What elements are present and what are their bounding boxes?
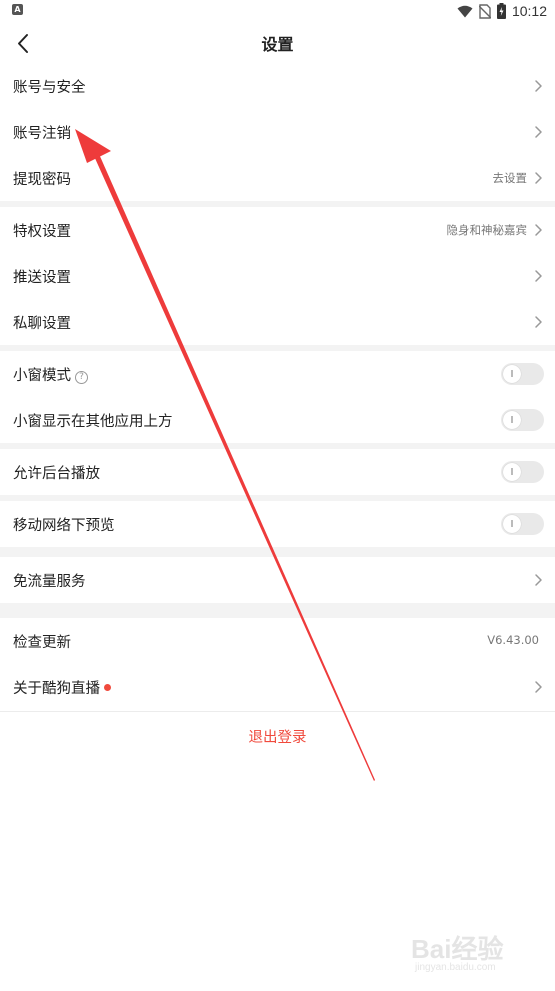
- background-play-toggle[interactable]: [501, 461, 544, 483]
- logout-button[interactable]: 退出登录: [0, 726, 555, 747]
- row-label-wrap: 关于酷狗直播: [13, 677, 111, 698]
- mini-window-toggle[interactable]: [501, 363, 544, 385]
- row-label: 推送设置: [13, 270, 71, 286]
- divider: [0, 711, 555, 712]
- section-gap: [0, 603, 555, 618]
- row-value: 去设置: [492, 171, 528, 185]
- page-title: 设置: [261, 35, 294, 54]
- nav-bar: 设置: [0, 22, 555, 64]
- overlay-toggle[interactable]: [501, 409, 544, 431]
- version-label: V6.43.00: [487, 633, 539, 647]
- chevron-right-icon: [535, 80, 542, 92]
- settings-row-mini-window: 小窗模式?: [0, 351, 555, 397]
- row-label-wrap: 小窗模式?: [13, 364, 88, 385]
- row-label: 账号与安全: [13, 80, 86, 96]
- toggle-knob: [503, 463, 521, 481]
- chevron-right-icon: [535, 270, 542, 282]
- chevron-right-icon: [535, 681, 542, 693]
- new-badge-dot: [104, 684, 111, 691]
- settings-row-private-chat[interactable]: 私聊设置: [0, 299, 555, 345]
- settings-row-background-play: 允许后台播放: [0, 449, 555, 495]
- settings-row-free-data[interactable]: 免流量服务: [0, 557, 555, 603]
- row-label: 关于酷狗直播: [13, 681, 100, 697]
- row-label: 移动网络下预览: [13, 518, 115, 534]
- row-label: 提现密码: [13, 172, 71, 188]
- settings-row-account-security[interactable]: 账号与安全: [0, 63, 555, 109]
- toggle-knob: [503, 365, 521, 383]
- row-label: 账号注销: [13, 126, 71, 142]
- wifi-icon: [457, 5, 473, 17]
- row-label: 免流量服务: [13, 574, 86, 590]
- chevron-right-icon: [535, 172, 542, 184]
- watermark: Bai经验 jingyan.baidu.com: [411, 929, 541, 981]
- settings-row-mobile-preview: 移动网络下预览: [0, 501, 555, 547]
- status-bar: A 10:12: [0, 0, 555, 22]
- chevron-right-icon: [535, 224, 542, 236]
- settings-row-overlay: 小窗显示在其他应用上方: [0, 397, 555, 443]
- battery-charging-icon: [496, 3, 506, 19]
- settings-row-privilege[interactable]: 特权设置 隐身和神秘嘉宾: [0, 207, 555, 253]
- row-label: 特权设置: [13, 224, 71, 240]
- row-label: 允许后台播放: [13, 466, 100, 482]
- settings-row-withdraw-password[interactable]: 提现密码 去设置: [0, 155, 555, 201]
- settings-row-push[interactable]: 推送设置: [0, 253, 555, 299]
- chevron-right-icon: [535, 574, 542, 586]
- chevron-right-icon: [535, 126, 542, 138]
- clock: 10:12: [511, 3, 547, 19]
- row-label: 小窗模式: [13, 368, 71, 384]
- watermark-brand: Bai经验: [411, 934, 504, 964]
- chevron-right-icon: [535, 316, 542, 328]
- row-label: 私聊设置: [13, 316, 71, 332]
- row-label: 检查更新: [13, 635, 71, 651]
- help-icon[interactable]: ?: [75, 371, 88, 384]
- status-icons: 10:12: [457, 2, 547, 20]
- section-gap: [0, 547, 555, 557]
- mobile-preview-toggle[interactable]: [501, 513, 544, 535]
- toggle-knob: [503, 411, 521, 429]
- settings-row-check-update[interactable]: 检查更新 V6.43.00: [0, 618, 555, 664]
- row-label: 小窗显示在其他应用上方: [13, 414, 173, 430]
- toggle-knob: [503, 515, 521, 533]
- settings-row-account-cancel[interactable]: 账号注销: [0, 109, 555, 155]
- settings-row-about[interactable]: 关于酷狗直播: [0, 664, 555, 710]
- row-value: 隐身和神秘嘉宾: [446, 223, 528, 237]
- app-notification-icon: A: [12, 4, 23, 15]
- watermark-url: jingyan.baidu.com: [415, 962, 496, 973]
- no-sim-icon: [478, 3, 491, 19]
